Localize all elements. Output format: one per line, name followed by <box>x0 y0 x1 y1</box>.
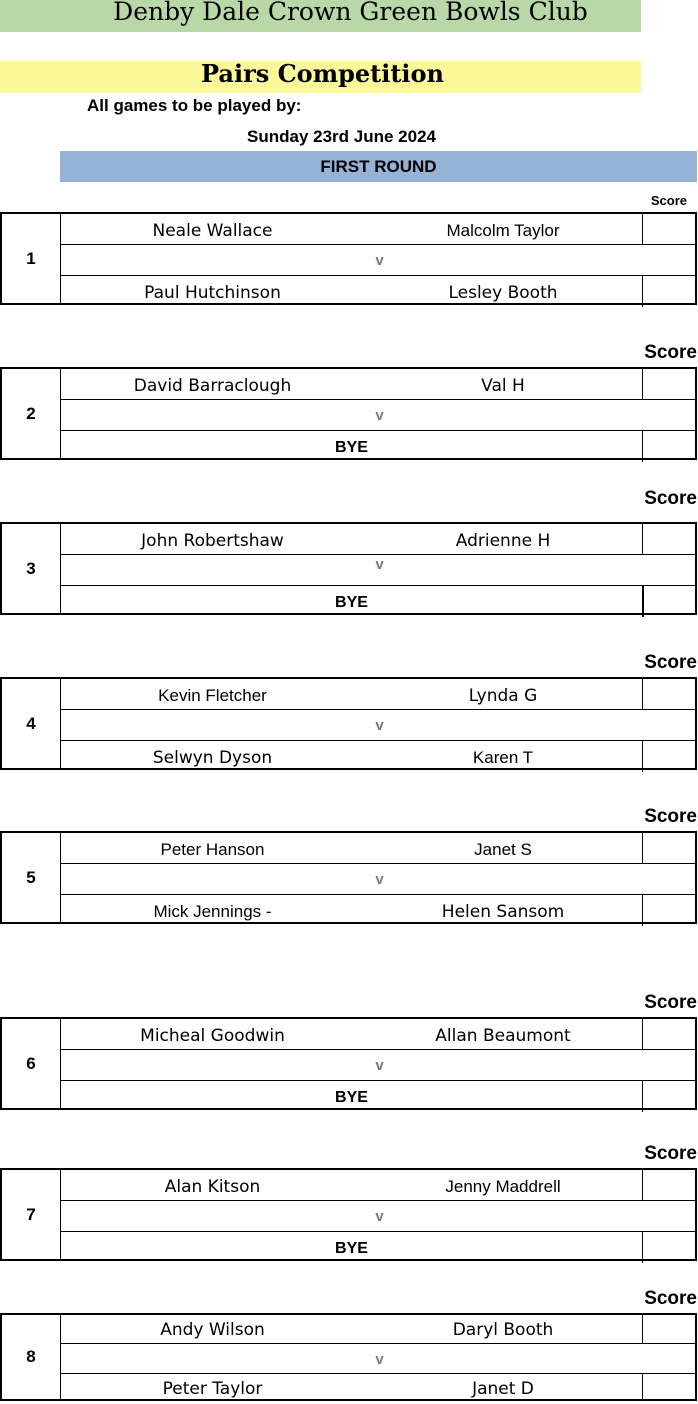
pair1-score-cell[interactable] <box>642 679 695 709</box>
pair1-score-cell[interactable] <box>642 1170 695 1200</box>
match-number: 2 <box>2 369 61 458</box>
versus-label: v <box>375 407 384 424</box>
pair2-score-cell[interactable] <box>642 741 695 772</box>
round-title: FIRST ROUND <box>60 151 697 182</box>
club-title-bg <box>0 0 60 32</box>
match-block: 2 David Barraclough Val H v BYE <box>0 367 697 462</box>
pair2-score-cell[interactable] <box>642 1232 695 1263</box>
pair1-score-cell[interactable] <box>642 1315 695 1343</box>
versus-label: v <box>375 1351 384 1368</box>
versus-label: v <box>375 1208 384 1225</box>
score-label: Score <box>644 992 697 1013</box>
pair2-score-cell[interactable] <box>642 1374 695 1401</box>
pair1-player-a: Micheal Goodwin <box>140 1026 285 1046</box>
versus-label: v <box>375 871 384 888</box>
pair1-player-b: Adrienne H <box>455 531 551 551</box>
pair2-player-a: Mick Jennings - <box>153 902 272 921</box>
versus-label: v <box>375 252 384 269</box>
match-block: 3 John Robertshaw Adrienne H v BYE <box>0 522 697 617</box>
pair1-score-cell[interactable] <box>642 214 695 244</box>
pair1-player-b: Daryl Booth <box>452 1320 554 1340</box>
pair2-score-cell[interactable] <box>642 276 695 307</box>
pair1-player-a: Kevin Fletcher <box>158 686 267 705</box>
pair1-score-cell[interactable] <box>642 833 695 863</box>
score-label: Score <box>644 806 697 827</box>
pair1-player-a: John Robertshaw <box>141 531 284 551</box>
match-block: 6 Micheal Goodwin Allan Beaumont v BYE <box>0 1017 697 1112</box>
match-number: 4 <box>2 679 61 768</box>
score-label: Score <box>644 342 697 363</box>
match-block: 8 Andy Wilson Daryl Booth v Peter Taylor J… <box>0 1313 697 1401</box>
pair2-score-cell[interactable] <box>642 431 695 462</box>
match-number: 7 <box>2 1170 61 1259</box>
pair1-score-cell[interactable] <box>642 369 695 399</box>
pair1-player-a: Peter Hanson <box>160 840 265 859</box>
pair1-player-b: Malcolm Taylor <box>446 221 560 240</box>
pair2-player-b: Karen T <box>472 748 534 767</box>
match-number: 1 <box>2 214 61 303</box>
bye-label: BYE <box>335 439 368 456</box>
pair1-score-cell[interactable] <box>642 1019 695 1049</box>
pair2-player-a: Selwyn Dyson <box>152 748 273 768</box>
competition-title: Pairs Competition <box>0 61 641 93</box>
versus-label: v <box>375 1057 384 1074</box>
match-number: 3 <box>2 524 61 613</box>
pair1-player-b: Lynda G <box>468 686 538 706</box>
pair2-score-cell[interactable] <box>642 1081 695 1112</box>
pair2-player-a: Peter Taylor <box>162 1379 263 1399</box>
bye-label: BYE <box>335 1089 368 1106</box>
bye-label: BYE <box>335 594 368 611</box>
match-block: 1 Neale Wallace Malcolm Taylor v Paul Hut… <box>0 212 697 307</box>
pair2-player-b: Janet D <box>472 1379 534 1399</box>
score-label: Score <box>644 1143 697 1164</box>
match-block: 7 Alan Kitson Jenny Maddrell v BYE <box>0 1168 697 1263</box>
match-block: 5 Peter Hanson Janet S v Mick Jennings - H… <box>0 831 697 926</box>
score-label: Score <box>644 488 697 509</box>
versus-label: v <box>375 556 384 573</box>
pair1-player-a: Neale Wallace <box>152 221 273 241</box>
bye-label: BYE <box>335 1240 368 1257</box>
versus-label: v <box>375 717 384 734</box>
match-block: 4 Kevin Fletcher Lynda G v Selwyn Dyson Ka… <box>0 677 697 772</box>
played-by-label: All games to be played by: <box>87 96 302 115</box>
score-label: Score <box>644 1288 697 1309</box>
pair2-player-b: Lesley Booth <box>448 283 558 303</box>
pair1-player-b: Jenny Maddrell <box>445 1177 561 1196</box>
pair2-player-a: Paul Hutchinson <box>144 283 281 303</box>
score-label: Score <box>650 193 687 208</box>
pair1-player-a: Andy Wilson <box>160 1320 265 1340</box>
pair2-score-cell[interactable] <box>642 895 695 926</box>
pair1-player-b: Allan Beaumont <box>435 1026 571 1046</box>
score-label: Score <box>644 652 697 673</box>
pair1-player-b: Janet S <box>474 840 532 859</box>
match-number: 6 <box>2 1019 61 1108</box>
deadline-date: Sunday 23rd June 2024 <box>247 127 436 146</box>
pair1-player-b: Val H <box>481 376 525 396</box>
pair1-player-a: Alan Kitson <box>164 1177 261 1197</box>
pair1-score-cell[interactable] <box>642 524 695 554</box>
pair2-player-b: Helen Sansom <box>441 902 565 922</box>
match-number: 5 <box>2 833 61 922</box>
match-number: 8 <box>2 1315 61 1399</box>
pair1-player-a: David Barraclough <box>133 376 292 396</box>
club-title: Denby Dale Crown Green Bowls Club <box>60 0 641 32</box>
pair2-score-cell[interactable] <box>642 586 695 617</box>
